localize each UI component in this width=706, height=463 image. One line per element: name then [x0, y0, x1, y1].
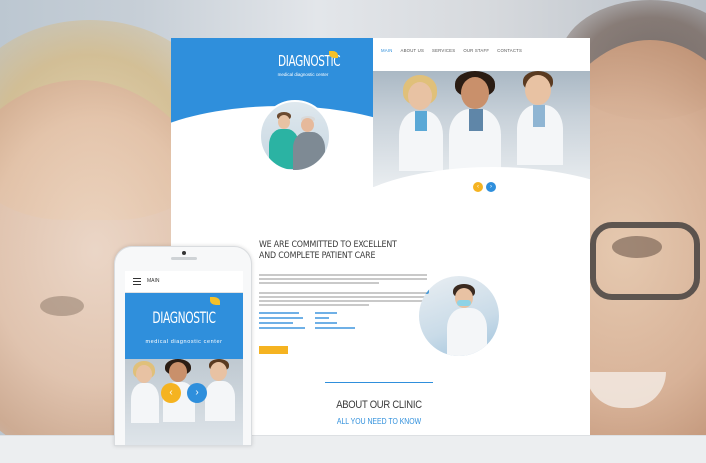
hero-image [373, 71, 590, 187]
read-more-button[interactable] [259, 346, 288, 354]
paragraph-line [259, 296, 427, 298]
phone-menu-label[interactable]: MAIN [147, 278, 160, 284]
service-link[interactable] [259, 327, 305, 329]
paragraph-line [259, 292, 427, 294]
nav-item-staff[interactable]: OUR STAFF [463, 48, 489, 53]
phone-topbar: MAIN [125, 271, 243, 293]
phone-camera [182, 251, 186, 255]
chevron-right-icon: › [195, 387, 199, 398]
leaf-icon [210, 297, 220, 305]
paragraph-line [259, 300, 427, 302]
phone-mockup: MAIN DIAGNOSTIC medical diagnostic cente… [114, 246, 252, 446]
chevron-left-icon: ‹ [477, 184, 479, 190]
service-link[interactable] [259, 312, 299, 314]
phone-slider-prev-button[interactable]: ‹ [161, 383, 181, 403]
lab-photo-circle [419, 276, 499, 356]
hamburger-menu-icon[interactable] [133, 278, 141, 285]
phone-slider-next-button[interactable]: › [187, 383, 207, 403]
phone-speaker [171, 257, 197, 260]
phone-hero-image: ‹ › [125, 359, 243, 445]
doctors-photo-circle [259, 100, 331, 172]
commitment-heading-line1: WE ARE COMMITTED TO EXCELLENT [259, 240, 397, 250]
commitment-heading: WE ARE COMMITTED TO EXCELLENT AND COMPLE… [259, 240, 415, 262]
commitment-heading-line2: AND COMPLETE PATIENT CARE [259, 251, 376, 261]
nav-item-main[interactable]: MAIN [381, 48, 393, 53]
chevron-left-icon: ‹ [169, 387, 173, 398]
section-divider [325, 382, 433, 383]
service-link[interactable] [315, 312, 337, 314]
logo-subtitle: medical diagnostic center [277, 72, 329, 77]
leaf-icon [329, 51, 338, 58]
phone-screen: MAIN DIAGNOSTIC medical diagnostic cente… [125, 271, 243, 445]
service-link[interactable] [315, 327, 355, 329]
site-logo[interactable]: DIAGNOSTIC medical diagnostic center [271, 52, 341, 77]
about-subtitle: ALL YOU NEED TO KNOW [336, 417, 422, 426]
service-link[interactable] [259, 322, 293, 324]
logo-title: DIAGNOSTIC [278, 52, 341, 70]
nav-item-contacts[interactable]: CONTACTS [497, 48, 522, 53]
paragraph-line [259, 278, 427, 280]
paragraph-line [259, 274, 427, 276]
paragraph-line [259, 282, 379, 284]
phone-logo-title[interactable]: DIAGNOSTIC [140, 308, 227, 327]
service-link[interactable] [315, 322, 337, 324]
nav-item-services[interactable]: SERVICES [432, 48, 455, 53]
service-link[interactable] [259, 317, 303, 319]
about-title: ABOUT OUR CLINIC [336, 399, 422, 411]
bottom-bar [0, 435, 706, 463]
main-nav: MAIN ABOUT US SERVICES OUR STAFF CONTACT… [381, 48, 522, 53]
background-eye-left [40, 296, 84, 316]
slider-next-button[interactable]: › [486, 182, 496, 192]
service-link[interactable] [315, 317, 329, 319]
nav-item-about[interactable]: ABOUT US [401, 48, 425, 53]
phone-logo-subtitle: medical diagnostic center [145, 339, 223, 345]
paragraph-line [259, 304, 369, 306]
background-glasses [590, 222, 700, 300]
chevron-right-icon: › [490, 184, 492, 190]
slider-prev-button[interactable]: ‹ [473, 182, 483, 192]
